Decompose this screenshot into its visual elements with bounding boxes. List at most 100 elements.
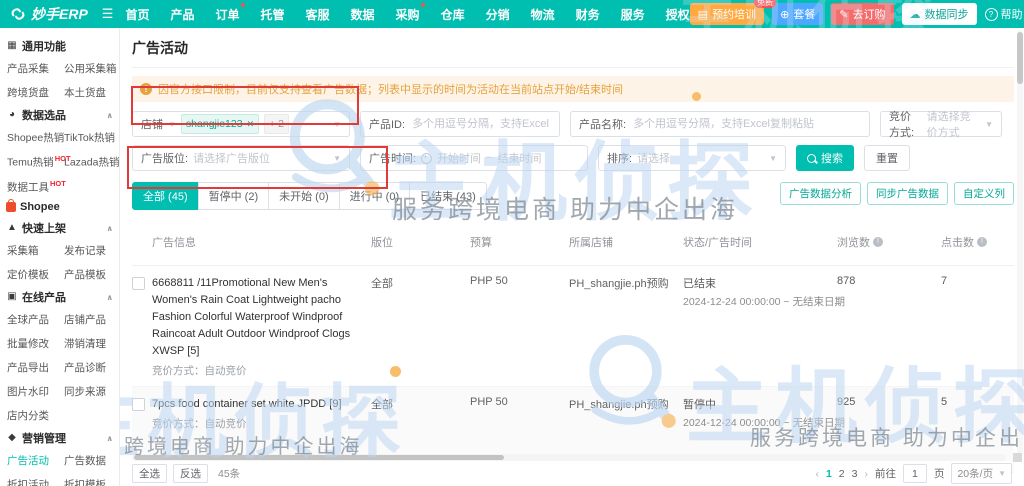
sidebar-section-header[interactable]: ▲ 快速上架 ∧	[6, 220, 113, 236]
end-time-placeholder[interactable]: 结束时间	[498, 150, 542, 166]
sidebar-item[interactable]: 发布记录	[64, 243, 113, 258]
status-tab[interactable]: 全部 (45)	[132, 182, 199, 210]
sidebar-item[interactable]: TikTok热销	[64, 130, 119, 145]
nav-item[interactable]: 产品	[170, 6, 194, 23]
nav-item[interactable]: 物流	[531, 6, 555, 23]
sidebar-section-header[interactable]: ◕ 数据选品 ∧	[6, 107, 113, 123]
sidebar-item[interactable]: 批量修改	[7, 336, 64, 351]
data-sync-button[interactable]: ☁ 数据同步	[901, 3, 977, 25]
prev-page-button[interactable]: ‹	[815, 468, 819, 480]
sidebar-item[interactable]: 跨境货盘	[7, 85, 64, 100]
status-tab[interactable]: 已结束 (43)	[409, 182, 487, 210]
chevron-up-icon[interactable]: ∧	[107, 293, 114, 302]
tag-close-icon[interactable]: ✕	[247, 116, 255, 132]
nav-item[interactable]: 服务	[621, 6, 645, 23]
table-action-button[interactable]: 广告数据分析	[780, 182, 861, 205]
shop-tag[interactable]: shangjie123 ✕	[180, 114, 260, 134]
page-size-select[interactable]: 20条/页 ▼	[951, 463, 1012, 484]
sidebar-item[interactable]: 同步来源	[64, 384, 113, 399]
bid-type-filter[interactable]: 竞价方式: 请选择竞价方式 ▼	[880, 111, 1002, 139]
ad-time-filter[interactable]: 广告时间: 开始时间 ~ 结束时间	[360, 145, 588, 171]
nav-item[interactable]: 托管	[261, 6, 285, 23]
product-id-input[interactable]	[410, 117, 551, 131]
vertical-scrollbar[interactable]	[1017, 30, 1023, 456]
sidebar-item[interactable]: 产品模板	[64, 267, 113, 282]
chevron-up-icon[interactable]: ∧	[107, 224, 114, 233]
nav-item[interactable]: 授权	[666, 6, 690, 23]
views-cell: 878	[837, 275, 856, 287]
sidebar-item[interactable]: 产品导出	[7, 360, 64, 375]
sidebar-section-header[interactable]: ▣ 在线产品 ∧	[6, 289, 113, 305]
nav-item[interactable]: 仓库	[441, 6, 465, 23]
product-name-input[interactable]	[631, 117, 861, 131]
placement-filter[interactable]: 广告版位: 请选择广告版位 ▼	[132, 145, 350, 171]
sidebar-item[interactable]: 折扣活动	[7, 477, 64, 486]
sidebar-item[interactable]: 产品采集	[7, 61, 64, 76]
status-tab[interactable]: 暂停中 (2)	[197, 182, 270, 210]
goto-page-input[interactable]	[902, 464, 927, 483]
invert-select-button[interactable]: 反选	[173, 464, 208, 483]
ad-title[interactable]: 7pcs food container set white JPDD [9]	[152, 396, 367, 413]
sidebar-item[interactable]: Temu热销HOT	[7, 154, 71, 170]
reset-button[interactable]: 重置	[864, 145, 910, 171]
training-button[interactable]: ▤ 预约培训 免费	[689, 0, 777, 25]
sidebar-section-header[interactable]: ◆ 营销管理 ∧	[6, 430, 113, 446]
sidebar-item[interactable]: 折扣模板	[64, 477, 113, 486]
sidebar-item[interactable]: 广告活动	[7, 453, 64, 468]
info-icon[interactable]	[977, 237, 987, 247]
sidebar-item[interactable]: 滞销清理	[64, 336, 113, 351]
row-checkbox[interactable]	[132, 398, 145, 412]
plan-button[interactable]: ⊕ 套餐	[772, 3, 824, 25]
sidebar-item[interactable]: 产品诊断	[64, 360, 113, 375]
status-tab[interactable]: 进行中 (0)	[338, 182, 411, 210]
chevron-up-icon[interactable]: ∧	[107, 111, 114, 120]
sidebar-section-header[interactable]: ▦ 通用功能	[6, 38, 113, 54]
shop-more-tag[interactable]: + 2	[264, 114, 289, 134]
nav-item[interactable]: 数据	[351, 6, 375, 23]
next-page-button[interactable]: ›	[864, 468, 868, 480]
brand-logo[interactable]: 妙手ERP	[10, 4, 88, 24]
sidebar-item[interactable]: 本土货盘	[64, 85, 117, 100]
sidebar-section-header[interactable]: Shopee	[6, 199, 113, 213]
page-number-button[interactable]: 1	[826, 468, 832, 480]
status-tab[interactable]: 未开始 (0)	[268, 182, 340, 210]
sidebar-item[interactable]: 店铺产品	[64, 312, 113, 327]
nav-item[interactable]: 首页	[125, 6, 149, 23]
vscroll-thumb[interactable]	[1017, 32, 1023, 84]
sidebar-item[interactable]: 图片水印	[7, 384, 64, 399]
select-all-button[interactable]: 全选	[132, 464, 167, 483]
nav-item[interactable]: 分销	[486, 6, 510, 23]
ad-title[interactable]: 6668811 /11Promotional New Men's Women's…	[152, 275, 367, 360]
search-button[interactable]: 搜索	[796, 145, 854, 171]
hscroll-thumb[interactable]	[134, 455, 504, 460]
sidebar-item[interactable]: 广告数据	[64, 453, 113, 468]
sidebar-section-label: 营销管理	[22, 433, 66, 445]
table-action-button[interactable]: 同步广告数据	[867, 182, 948, 205]
table-action-button[interactable]: 自定义列	[954, 182, 1014, 205]
start-time-placeholder[interactable]: 开始时间	[437, 150, 481, 166]
sidebar-item[interactable]: 公用采集箱	[64, 61, 117, 76]
page-number-button[interactable]: 2	[839, 468, 845, 480]
sort-filter[interactable]: 排序: 请选择 ▼	[598, 145, 786, 171]
sidebar-item[interactable]: 采集箱	[7, 243, 64, 258]
nav-item[interactable]: 采购	[396, 2, 425, 23]
sidebar-item[interactable]: 数据工具HOT	[7, 179, 66, 195]
nav-item[interactable]: 订单	[215, 2, 245, 23]
shop-filter[interactable]: 店铺 ▼ shangjie123 ✕ + 2 ▼	[132, 111, 350, 137]
sidebar-item[interactable]: 店内分类	[7, 408, 64, 423]
sidebar-item[interactable]: 全球产品	[7, 312, 64, 327]
page-number-button[interactable]: 3	[852, 468, 858, 480]
scrollbar-corner	[1013, 453, 1022, 462]
nav-item[interactable]: 财务	[576, 6, 600, 23]
sidebar-item[interactable]: 定价模板	[7, 267, 64, 282]
help-button[interactable]: ? 帮助	[984, 6, 1023, 22]
order-button[interactable]: ✎ 去订购	[831, 3, 894, 25]
chevron-up-icon[interactable]: ∧	[107, 434, 114, 443]
row-checkbox[interactable]	[132, 277, 145, 290]
horizontal-scrollbar[interactable]	[132, 454, 1006, 461]
nav-item[interactable]: 客服	[306, 6, 330, 23]
sidebar-item[interactable]: Lazada热销HOT	[64, 154, 119, 170]
sidebar-item[interactable]: Shopee热销	[7, 130, 64, 145]
info-icon[interactable]	[873, 237, 883, 247]
hamburger-menu-icon[interactable]: ☰	[102, 6, 114, 22]
